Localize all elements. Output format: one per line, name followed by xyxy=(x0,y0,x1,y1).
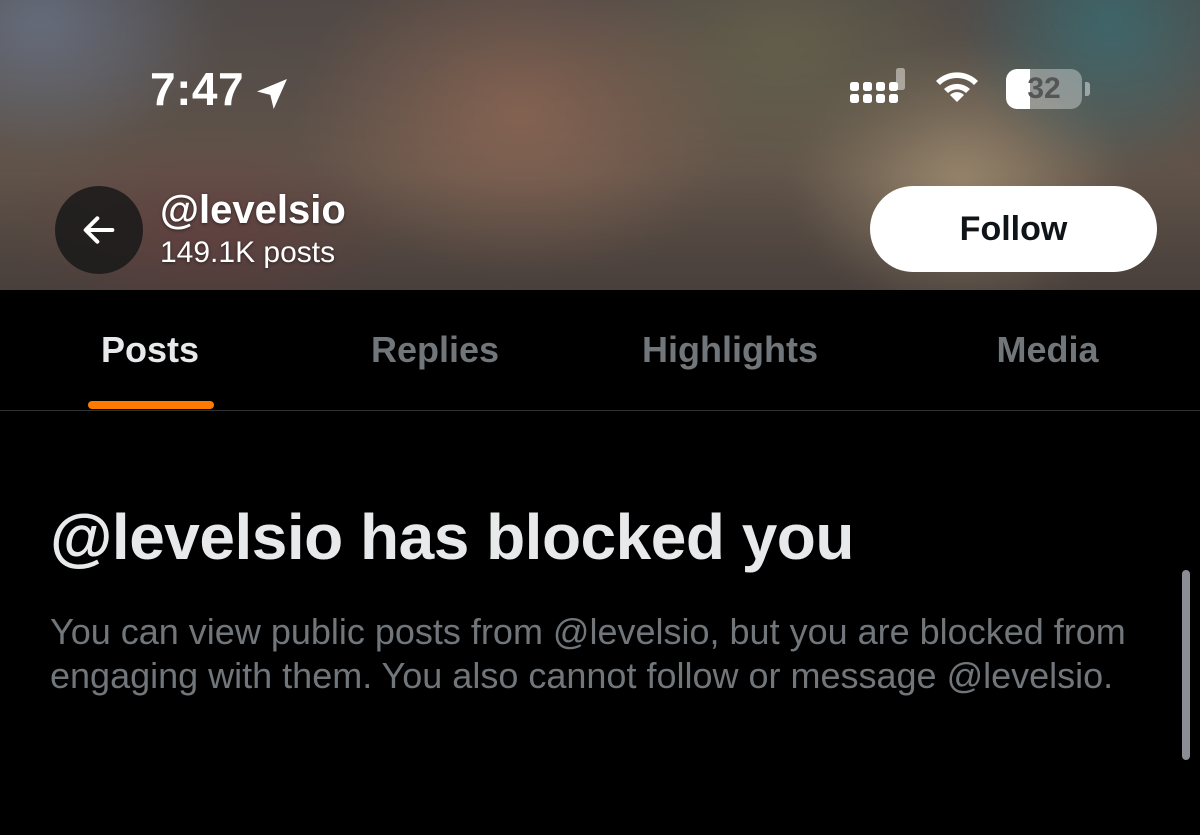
profile-handle: @levelsio xyxy=(160,188,346,232)
status-bar-indicators: 32 xyxy=(848,66,1090,111)
scrollbar[interactable] xyxy=(1182,570,1190,760)
location-arrow-icon xyxy=(252,71,292,111)
back-arrow-icon xyxy=(83,216,115,244)
blocked-notice-title: @levelsio has blocked you xyxy=(50,501,854,573)
status-time-text: 7:47 xyxy=(150,63,245,115)
tab-highlights[interactable]: Highlights xyxy=(620,290,840,410)
blocked-notice-body: You can view public posts from @levelsio… xyxy=(50,611,1126,696)
post-count: 149.1K posts xyxy=(160,236,336,269)
wifi-icon xyxy=(930,66,984,111)
follow-button[interactable]: Follow xyxy=(870,186,1157,272)
profile-screen: 7:47 32 @levelsio 149.1K posts Follow Po… xyxy=(0,0,1200,835)
back-button[interactable] xyxy=(55,186,143,274)
tab-posts[interactable]: Posts xyxy=(70,290,230,410)
battery-icon: 32 xyxy=(1006,68,1082,109)
active-tab-indicator xyxy=(88,401,214,409)
cellular-signal-icon xyxy=(848,66,908,111)
battery-indicator: 32 xyxy=(1006,68,1090,109)
battery-level: 32 xyxy=(1027,71,1061,105)
profile-tabs: Posts Replies Highlights Media xyxy=(0,290,1200,411)
tab-media[interactable]: Media xyxy=(975,290,1120,410)
status-bar-time: 7:47 xyxy=(150,62,292,116)
tab-replies[interactable]: Replies xyxy=(350,290,520,410)
battery-cap xyxy=(1085,81,1090,96)
